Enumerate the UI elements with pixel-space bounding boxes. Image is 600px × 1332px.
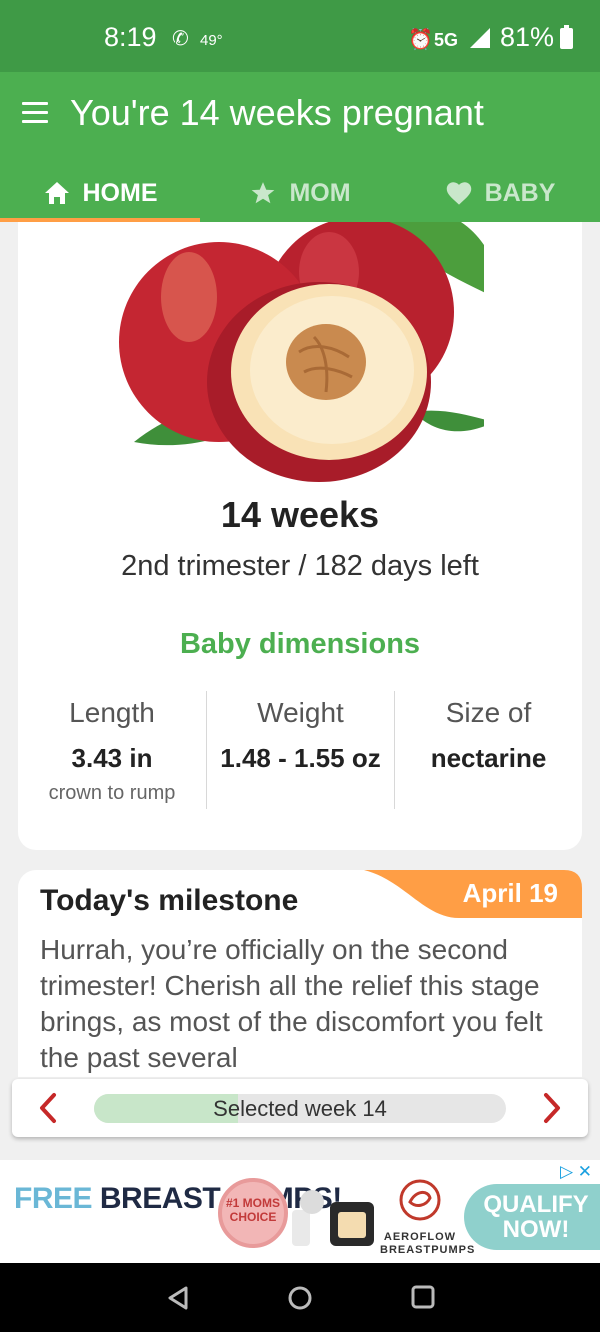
nectarine-image (119, 222, 484, 482)
back-icon[interactable] (166, 1285, 190, 1311)
week-summary-card: 14 weeks 2nd trimester / 182 days left B… (18, 222, 582, 850)
tab-mom-label: MOM (289, 178, 351, 207)
dimension-label: Size of (445, 697, 532, 728)
tab-mom[interactable]: MOM (200, 164, 400, 222)
signal-icon (470, 28, 490, 48)
dimension-length: Length 3.43 in crown to rump (18, 691, 206, 809)
dimensions-table: Length 3.43 in crown to rump Weight 1.48… (18, 691, 582, 809)
dimension-value: 1.48 - 1.55 oz (220, 743, 381, 773)
main-content[interactable]: 14 weeks 2nd trimester / 182 days left B… (0, 222, 600, 1077)
ad-brand: AEROFLOW BREASTPUMPS (380, 1178, 476, 1258)
status-bar: 8:19 ✆ 49° ⏰ 5G 81% (0, 0, 600, 72)
page-title: You're 14 weeks pregnant (70, 92, 484, 133)
week-progress-bar[interactable]: Selected week 14 (94, 1094, 506, 1123)
tab-bar: HOME MOM BABY (0, 164, 600, 222)
menu-icon[interactable] (22, 102, 48, 123)
selected-week-label: Selected week 14 (213, 1096, 387, 1121)
ad-badge: #1 MOMS CHOICE (218, 1178, 288, 1248)
qualify-now-button[interactable]: QUALIFY NOW! (464, 1184, 600, 1250)
status-time: 8:19 (104, 22, 157, 52)
milestone-date: April 19 (462, 878, 558, 908)
chevron-right-icon[interactable] (536, 1091, 566, 1125)
weeks-heading: 14 weeks (220, 494, 380, 535)
dimensions-title: Baby dimensions (179, 628, 421, 660)
tab-home[interactable]: HOME (0, 164, 200, 222)
system-nav-bar (0, 1263, 600, 1332)
ad-brand-name: AEROFLOW BREASTPUMPS (380, 1231, 476, 1256)
milestone-title: Today's milestone (40, 884, 299, 917)
network-label: 5G (434, 30, 459, 50)
star-icon (249, 180, 277, 206)
dimension-size: Size of nectarine (394, 691, 582, 809)
status-temperature: 49° (200, 32, 223, 49)
ad-choices-icon[interactable]: ▷ ✕ (560, 1162, 592, 1182)
aeroflow-logo-icon (399, 1179, 441, 1221)
battery-percent: 81% (500, 22, 555, 52)
dimension-value: 3.43 in (71, 743, 153, 773)
milestone-text: Hurrah, you’re officially on the second … (40, 934, 543, 1073)
heart-icon (445, 180, 473, 206)
chevron-left-icon[interactable] (34, 1091, 64, 1125)
dimension-sublabel: crown to rump (48, 782, 176, 804)
home-nav-icon[interactable] (287, 1285, 313, 1311)
dimension-weight: Weight 1.48 - 1.55 oz (206, 691, 394, 809)
alarm-icon: ⏰ (408, 29, 433, 51)
milestone-card[interactable]: Today's milestone April 19 Hurrah, you’r… (18, 870, 582, 1077)
dimension-label: Weight (257, 697, 344, 728)
battery-icon (560, 25, 573, 49)
tab-baby[interactable]: BABY (400, 164, 600, 222)
week-selector: Selected week 14 (12, 1079, 588, 1137)
milestone-date-badge: April 19 (364, 870, 582, 918)
ad-headline-free: FREE (14, 1182, 93, 1215)
dimension-label: Length (69, 697, 155, 728)
breast-pump-image (292, 1190, 374, 1246)
dimension-value: nectarine (430, 743, 547, 773)
tab-home-label: HOME (82, 178, 158, 207)
recents-icon[interactable] (411, 1285, 435, 1309)
ad-banner[interactable]: FREE BREAST PUMPS! #1 MOMS CHOICE AEROFL… (0, 1160, 600, 1263)
app-bar: You're 14 weeks pregnant HOME MOM BABY (0, 72, 600, 222)
tab-baby-label: BABY (484, 178, 556, 207)
home-icon (43, 180, 71, 206)
trimester-info: 2nd trimester / 182 days left (121, 550, 479, 582)
call-icon: ✆ (172, 28, 189, 50)
